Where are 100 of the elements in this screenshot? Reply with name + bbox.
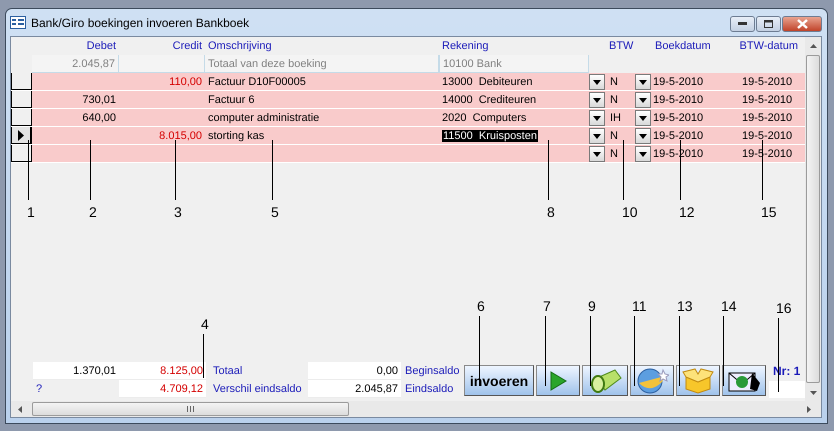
table-row[interactable]: 730,01 Factuur 6 14000 Crediteuren N 19-5-2010 19-5-2010 — [11, 91, 805, 109]
dropdown-button[interactable] — [635, 146, 651, 162]
caret-icon — [593, 116, 601, 120]
maximize-button[interactable] — [756, 16, 781, 32]
table-cell: 13000 Debiteuren — [442, 76, 533, 88]
caret-icon — [639, 98, 647, 102]
column-header: Credit — [172, 40, 202, 52]
status-mark: ? — [36, 383, 42, 395]
row-selector[interactable] — [11, 109, 32, 126]
table-cell: Factuur D10F00005 — [208, 76, 306, 88]
close-button[interactable] — [782, 16, 822, 32]
table-cell: N — [610, 130, 618, 142]
dropdown-button[interactable] — [635, 92, 651, 108]
scroll-thumb[interactable] — [806, 55, 820, 383]
leader-line — [623, 140, 624, 200]
table-cell: 2.045,87 — [32, 55, 119, 73]
callout-number: 4 — [201, 316, 209, 332]
scroll-down-icon[interactable] — [810, 390, 816, 394]
caret-icon — [639, 152, 647, 156]
toolbar-button[interactable] — [582, 365, 628, 396]
leader-line — [548, 140, 549, 200]
callout-number: 1 — [27, 204, 35, 220]
column-header: Boekdatum — [655, 40, 711, 52]
current-row-icon — [18, 130, 24, 140]
callout-number: 14 — [721, 298, 737, 314]
caret-icon — [593, 80, 601, 84]
beginsaldo-label: Beginsaldo — [405, 365, 460, 377]
leader-line — [762, 140, 763, 200]
leader-line — [28, 140, 29, 200]
column-header: Rekening — [442, 40, 488, 52]
callout-number: 12 — [679, 204, 695, 220]
minimize-button[interactable] — [730, 16, 755, 32]
callout-number: 7 — [543, 298, 551, 314]
scroll-right-icon[interactable] — [807, 406, 811, 413]
dropdown-button[interactable] — [635, 128, 651, 144]
leader-line — [90, 140, 91, 200]
table-cell: Factuur 6 — [208, 94, 254, 106]
table-cell: storting kas — [208, 130, 264, 142]
toolbar-button[interactable] — [676, 365, 720, 396]
leader-line — [272, 140, 273, 200]
dropdown-button[interactable] — [589, 92, 605, 108]
table-row[interactable]: 640,00 computer administratie 2020 Computers IH 19-5-2010 19-5-2010 — [11, 109, 805, 127]
callout-number: 9 — [588, 298, 596, 314]
table-cell: 640,00 — [82, 112, 116, 124]
column-header: Omschrijving — [208, 40, 272, 52]
dropdown-button[interactable] — [589, 146, 605, 162]
vertical-scrollbar[interactable] — [805, 37, 821, 401]
callout-number: 10 — [622, 204, 638, 220]
difference-value: 4.709,12 — [160, 382, 203, 394]
row-selector[interactable] — [11, 73, 32, 90]
leader-line — [203, 334, 204, 378]
table-cell: 19-5-2010 — [742, 130, 792, 142]
play-icon — [549, 370, 567, 390]
table-cell: 730,01 — [82, 94, 116, 106]
dropdown-button[interactable] — [589, 110, 605, 126]
scroll-left-icon[interactable] — [18, 406, 22, 413]
column-header: Debet — [86, 40, 116, 52]
row-selector[interactable] — [11, 91, 32, 108]
table-cell: 19-5-2010 — [653, 112, 704, 124]
minimize-icon — [738, 22, 747, 25]
eindsaldo-value: 2.045,87 — [355, 382, 398, 394]
table-cell: 19-5-2010 — [653, 130, 704, 142]
callout-number: 3 — [174, 204, 182, 220]
caret-icon — [639, 134, 647, 138]
table-cell: 2020 Computers — [442, 112, 526, 124]
globe-icon — [635, 368, 669, 394]
table-row[interactable]: 110,00 Factuur D10F00005 13000 Debiteuren N 19-5-2010 19-5-2010 — [11, 73, 805, 91]
debet-total: 1.370,01 — [73, 364, 116, 376]
record-field[interactable] — [769, 381, 805, 398]
dropdown-button[interactable] — [635, 74, 651, 90]
toolbar-button[interactable] — [722, 365, 766, 396]
caret-icon — [593, 134, 601, 138]
horizontal-scrollbar[interactable] — [11, 401, 821, 417]
dropdown-button[interactable] — [635, 110, 651, 126]
column-header: BTW — [609, 40, 634, 52]
leader-line — [723, 316, 724, 386]
scroll-thumb[interactable] — [32, 402, 349, 416]
table-cell: N — [610, 94, 618, 106]
toolbar-button[interactable] — [630, 365, 674, 396]
callout-number: 15 — [761, 204, 777, 220]
scroll-up-icon[interactable] — [810, 44, 816, 48]
form-icon — [10, 16, 26, 29]
table-cell: Totaal van deze boeking — [205, 55, 439, 73]
row-selector[interactable] — [11, 145, 32, 162]
row-selector[interactable] — [11, 127, 32, 144]
caret-icon — [639, 80, 647, 84]
leader-line — [634, 316, 635, 386]
callout-number: 2 — [89, 204, 97, 220]
callout-number: 11 — [632, 298, 647, 314]
dropdown-button[interactable] — [589, 128, 605, 144]
table-cell: IH — [610, 112, 621, 124]
total-label: Totaal — [213, 365, 242, 377]
table-cell: 10100 Bank — [439, 55, 589, 73]
table-cell: 8.015,00 — [159, 130, 202, 142]
leader-line — [545, 316, 546, 386]
table-row[interactable]: 8.015,00 storting kas 11500 Kruisposten N 19-5-2010 19-5-2010 — [11, 127, 805, 145]
leader-line — [679, 316, 680, 386]
leader-line — [479, 316, 480, 386]
toolbar-button[interactable] — [536, 365, 580, 396]
dropdown-button[interactable] — [589, 74, 605, 90]
